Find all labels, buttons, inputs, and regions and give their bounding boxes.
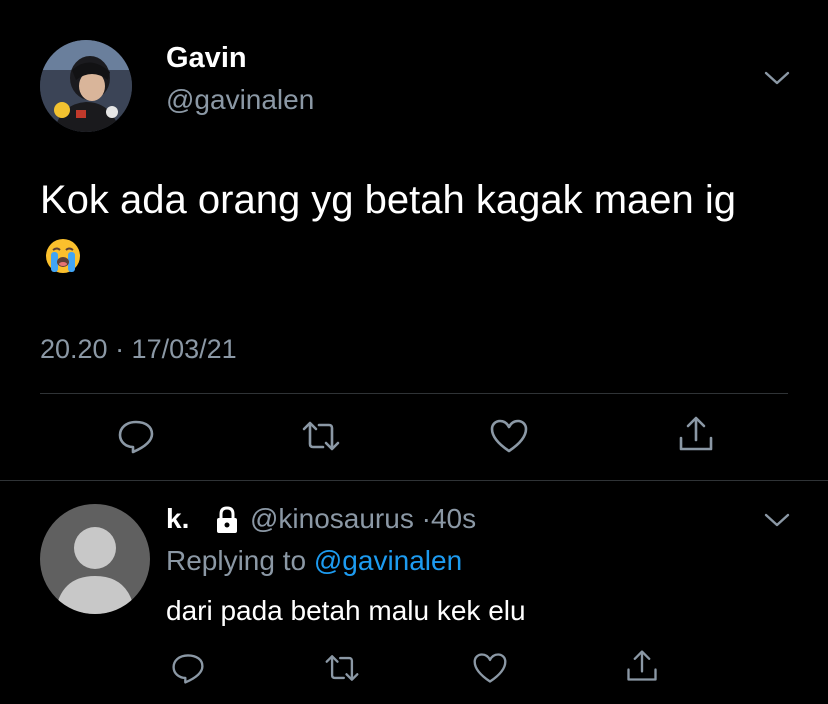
reply-meta: @kinosaurus ·40s [250, 503, 476, 535]
like-icon[interactable] [472, 650, 508, 686]
reply-text: dari pada betah malu kek elu [166, 595, 526, 626]
retweet-icon[interactable] [324, 650, 360, 686]
author-avatar[interactable] [40, 40, 132, 132]
tweet-body: Kok ada orang yg betah kagak maen ig [40, 178, 737, 222]
reply-display-name[interactable]: k. [166, 503, 189, 535]
tweet-text: Kok ada orang yg betah kagak maen ig [40, 172, 780, 290]
tweet-separator [0, 480, 828, 481]
replying-mention[interactable]: @gavinalen [314, 545, 462, 576]
divider [40, 393, 788, 394]
chevron-down-icon[interactable] [762, 510, 792, 530]
chevron-down-icon[interactable] [762, 68, 792, 88]
author-photo [40, 40, 132, 132]
reply-icon[interactable] [170, 650, 206, 686]
meta-separator: · [421, 503, 431, 534]
reply-handle[interactable]: @kinosaurus [250, 503, 414, 534]
retweet-icon[interactable] [301, 416, 341, 456]
replying-prefix: Replying to [166, 545, 307, 576]
tweet-timestamp[interactable]: 20.20 · 17/03/21 [40, 334, 237, 365]
default-avatar[interactable] [40, 504, 150, 614]
replying-to: Replying to @gavinalen [166, 545, 462, 577]
lock-icon [217, 506, 237, 533]
reply-time[interactable]: 40s [431, 503, 476, 534]
loudly-crying-face-icon [44, 234, 82, 290]
reply-icon[interactable] [116, 416, 156, 456]
user-silhouette-icon [55, 527, 135, 614]
share-icon[interactable] [676, 414, 716, 454]
share-icon[interactable] [624, 648, 660, 684]
author-handle[interactable]: @gavinalen [166, 84, 314, 116]
author-display-name[interactable]: Gavin [166, 42, 247, 75]
like-icon[interactable] [489, 416, 529, 456]
